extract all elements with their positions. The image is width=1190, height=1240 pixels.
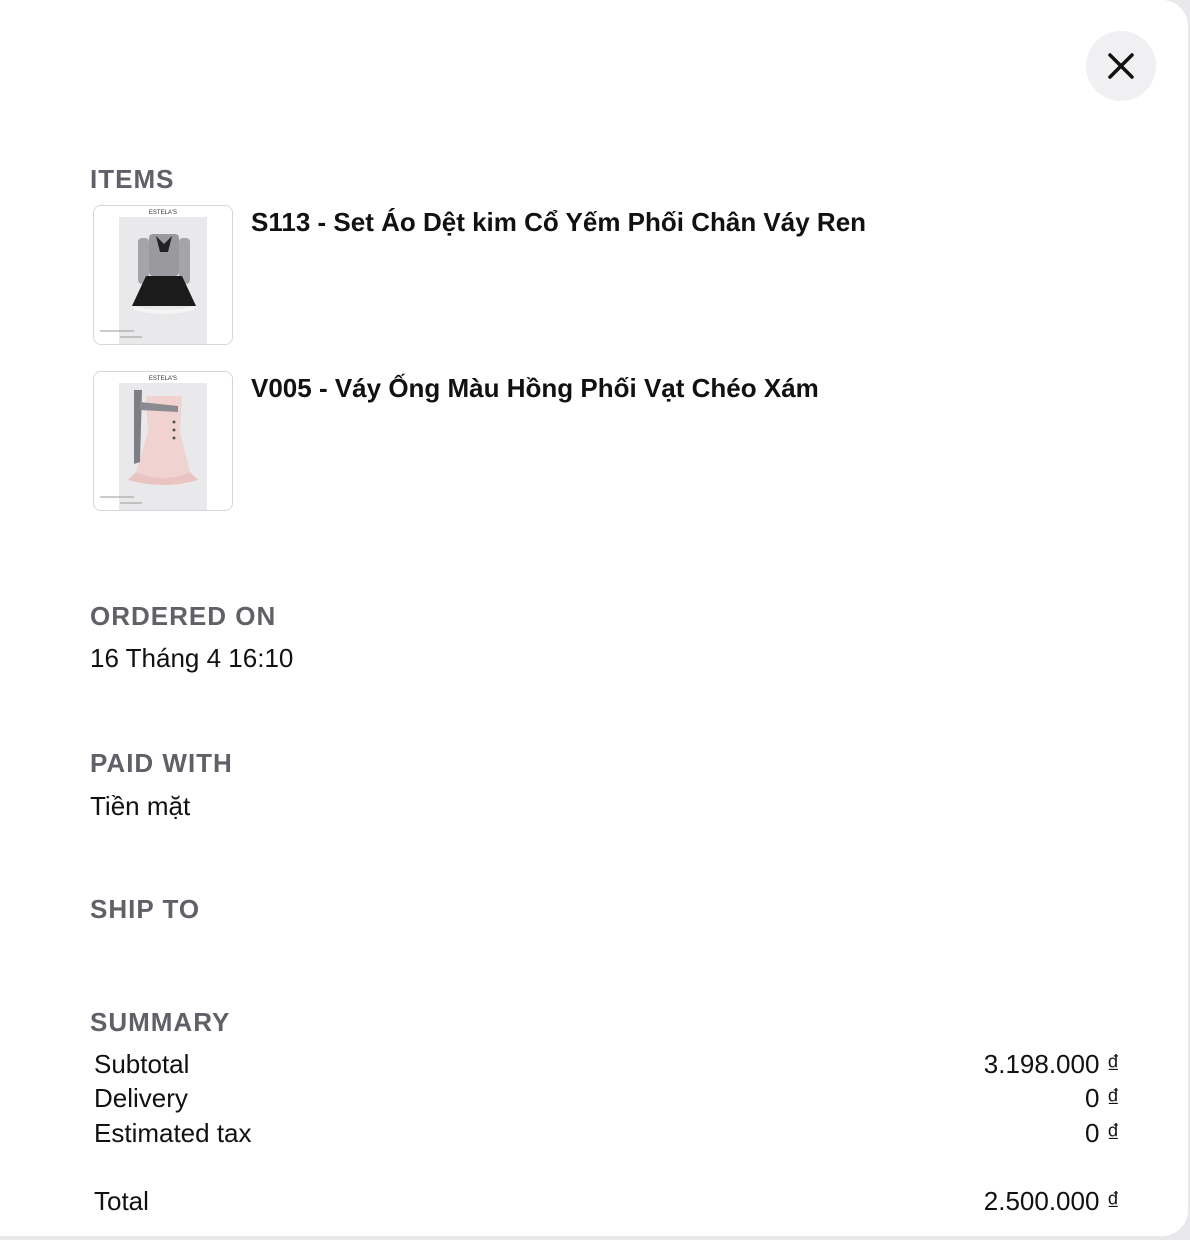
product-thumbnail: ESTELA'S: [93, 205, 233, 345]
item-name[interactable]: V005 - Váy Ống Màu Hồng Phối Vạt Chéo Xá…: [251, 371, 819, 405]
order-date: 16 Tháng 4 16:10: [90, 643, 294, 673]
tax-row: Estimated tax 0 ₫: [94, 1118, 1120, 1152]
summary-heading: SUMMARY: [90, 1007, 231, 1037]
list-item[interactable]: ESTELA'S V005 - Váy Ống Màu Hồng Phối Vạ…: [93, 371, 1093, 511]
list-item[interactable]: ESTELA'S S113 - Set Áo Dệt kim Cổ Yếm Ph…: [93, 205, 1093, 345]
subtotal-label: Subtotal: [94, 1049, 190, 1079]
tax-value: 0 ₫: [1084, 1118, 1120, 1148]
product-thumbnail: ESTELA'S: [93, 371, 233, 511]
subtotal-value: 3.198.000 ₫: [983, 1049, 1120, 1079]
brand-text: ESTELA'S: [149, 376, 177, 382]
items-heading: ITEMS: [90, 164, 175, 194]
total-value: 2.500.000 ₫: [983, 1186, 1120, 1216]
close-icon: [1108, 53, 1134, 79]
subtotal-row: Subtotal 3.198.000 ₫: [94, 1049, 1120, 1083]
brand-text: ESTELA'S: [149, 210, 177, 216]
payment-method: Tiền mặt: [90, 791, 191, 821]
order-details-modal: ITEMS ESTELA'S S113 - Set Áo Dệt kim Cổ …: [0, 0, 1188, 1236]
item-name[interactable]: S113 - Set Áo Dệt kim Cổ Yếm Phối Chân V…: [251, 205, 866, 239]
product-image: ESTELA'S: [94, 372, 232, 510]
close-button[interactable]: [1086, 31, 1156, 101]
ordered-on-heading: ORDERED ON: [90, 601, 277, 631]
delivery-label: Delivery: [94, 1083, 188, 1113]
paid-with-heading: PAID WITH: [90, 748, 233, 778]
delivery-row: Delivery 0 ₫: [94, 1083, 1120, 1117]
total-label: Total: [94, 1186, 149, 1216]
product-image: ESTELA'S: [94, 206, 232, 344]
ship-to-heading: SHIP TO: [90, 894, 201, 924]
tax-label: Estimated tax: [94, 1118, 252, 1148]
delivery-value: 0 ₫: [1084, 1083, 1120, 1113]
total-row: Total 2.500.000 ₫: [94, 1186, 1120, 1220]
